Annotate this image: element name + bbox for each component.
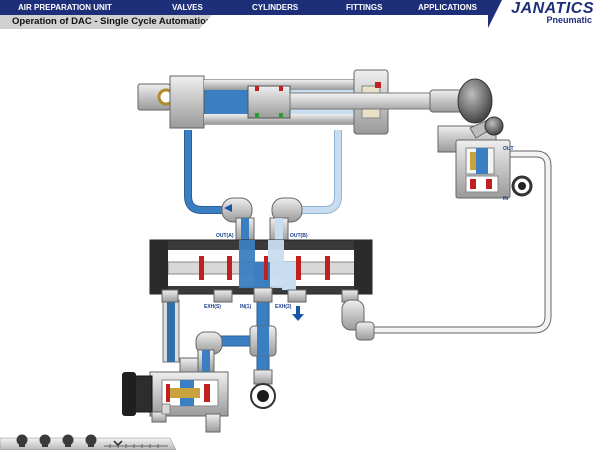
playback-controls-bar bbox=[0, 434, 177, 451]
roller-lever-valve: OUT IN bbox=[437, 116, 533, 202]
port-label-in-1: IN(1) bbox=[240, 304, 251, 310]
port-label-exh-s: EXH(S) bbox=[204, 304, 221, 310]
pilot-line-left bbox=[162, 299, 180, 363]
port-label-out-a: OUT(A) bbox=[216, 233, 234, 239]
playback-controls bbox=[0, 432, 177, 451]
supply-line-a bbox=[184, 130, 236, 214]
roller-valve-in-label: IN bbox=[503, 196, 508, 202]
exhaust-line-b bbox=[290, 130, 342, 214]
pneumatic-circuit-diagram: OUT IN OUT(A) OUT(B) EXH(S) IN(1) EXH(2) bbox=[122, 69, 552, 433]
port-label-exh-2: EXH(2) bbox=[275, 304, 292, 310]
double-acting-cylinder bbox=[137, 69, 493, 135]
port-label-out-b: OUT(B) bbox=[290, 233, 308, 239]
elbow-fitting-supply-left bbox=[195, 331, 223, 373]
roller-valve-out-label: OUT bbox=[503, 146, 514, 152]
elbow-fitting-pilot-right bbox=[341, 299, 375, 341]
